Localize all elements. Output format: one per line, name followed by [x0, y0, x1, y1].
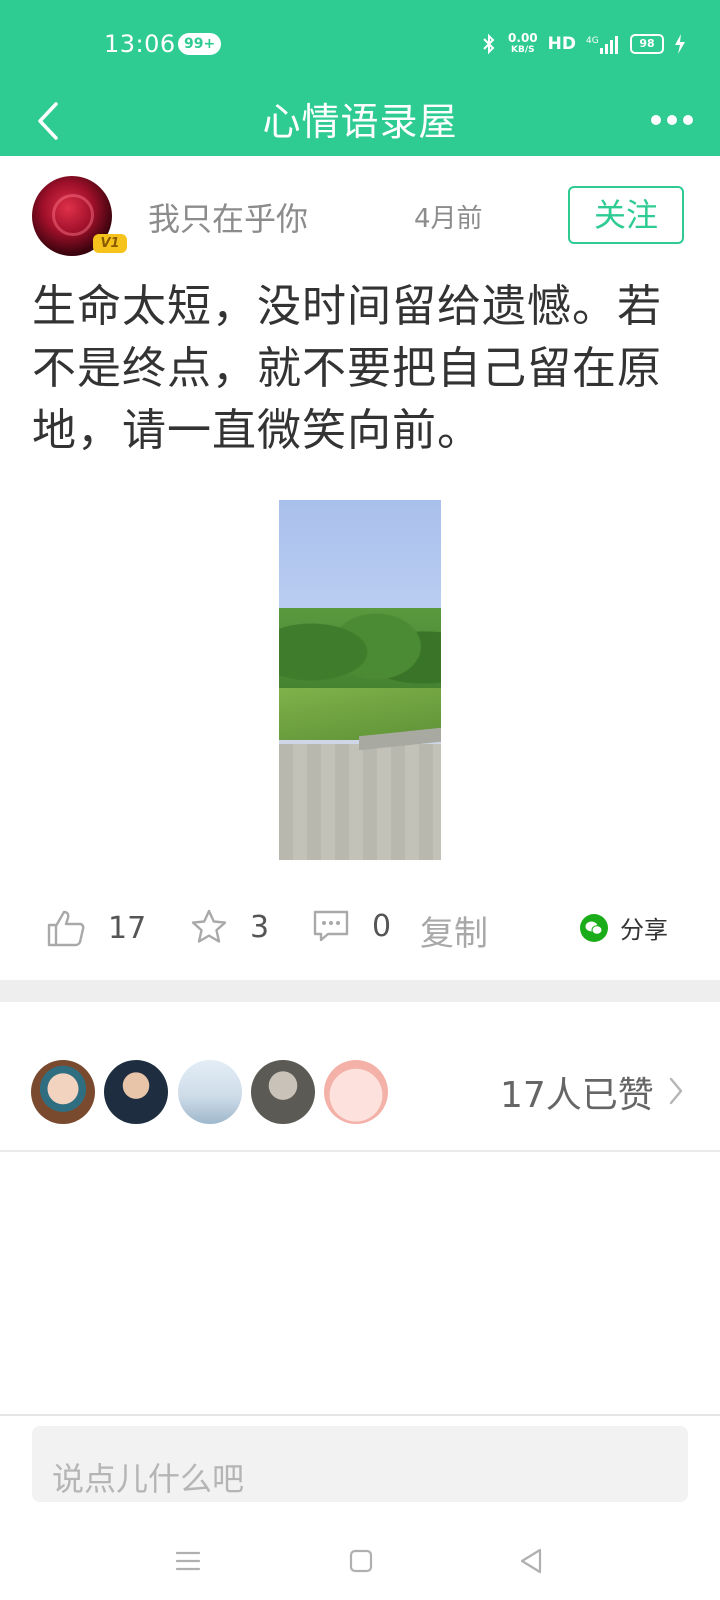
- app-header: 心情语录屋: [0, 88, 720, 156]
- liker-avatar[interactable]: [31, 1060, 95, 1124]
- likers-count[interactable]: 17人已赞: [500, 1066, 654, 1118]
- comment-count: 0: [372, 908, 392, 944]
- author-name[interactable]: 我只在乎你: [148, 194, 308, 240]
- status-bar: 13:06 99+ 0.00 KB/S HD 4G 98: [0, 0, 720, 88]
- photo-road: [279, 744, 441, 860]
- battery-icon: 98: [630, 34, 664, 54]
- network-type-label: 4G: [586, 36, 599, 46]
- like-button[interactable]: 17: [46, 908, 146, 948]
- comment-input[interactable]: 说点儿什么吧: [32, 1426, 688, 1502]
- status-icons: 0.00 KB/S HD 4G 98: [480, 28, 686, 60]
- favorite-count: 3: [250, 909, 270, 945]
- notification-badge: 99+: [178, 33, 222, 55]
- system-nav-bar: [0, 1520, 720, 1600]
- back-triangle-icon[interactable]: [518, 1547, 544, 1575]
- share-button[interactable]: 分享: [580, 910, 668, 945]
- charging-icon: [675, 34, 685, 54]
- copy-button[interactable]: 复制: [420, 906, 488, 955]
- net-speed-unit: KB/S: [511, 45, 535, 55]
- post-photo[interactable]: [279, 500, 441, 860]
- net-speed-value: 0.00: [508, 31, 538, 45]
- comment-placeholder: 说点儿什么吧: [52, 1460, 245, 1498]
- likers-row[interactable]: 17人已赞: [0, 1052, 720, 1130]
- liker-avatar[interactable]: [104, 1060, 168, 1124]
- post-text: 生命太短，没时间留给遗憾。若不是终点，就不要把自己留在原地，请一直微笑向前。: [32, 281, 662, 456]
- liker-avatar[interactable]: [251, 1060, 315, 1124]
- more-dots-icon[interactable]: [650, 108, 694, 132]
- status-time: 13:06: [104, 30, 176, 58]
- section-divider: [0, 980, 720, 1002]
- wechat-icon: [580, 913, 608, 942]
- post-time: 4月前: [414, 204, 483, 234]
- follow-button[interactable]: 关注: [568, 186, 684, 244]
- page-title: 心情语录屋: [262, 100, 458, 144]
- home-icon[interactable]: [348, 1548, 374, 1574]
- net-speed: 0.00 KB/S: [508, 32, 538, 56]
- signal-icon: 4G: [586, 36, 618, 54]
- thumbs-up-icon: [47, 910, 85, 947]
- comment-icon: [313, 910, 349, 942]
- chevron-right-icon[interactable]: [668, 1076, 684, 1106]
- menu-icon[interactable]: [174, 1550, 202, 1572]
- divider: [0, 1150, 720, 1152]
- share-label: 分享: [620, 916, 668, 944]
- star-icon: [191, 909, 227, 943]
- post-actions: 17 3 0 复制 分享: [0, 890, 720, 974]
- like-count: 17: [108, 910, 147, 946]
- level-badge: V1: [93, 234, 127, 253]
- liker-avatar[interactable]: [178, 1060, 242, 1124]
- bluetooth-icon: [483, 33, 495, 55]
- favorite-button[interactable]: 3: [190, 908, 269, 946]
- divider: [0, 1414, 720, 1416]
- hd-label: HD: [547, 34, 576, 54]
- liker-avatar[interactable]: [324, 1060, 388, 1124]
- comment-button[interactable]: 0: [312, 908, 391, 944]
